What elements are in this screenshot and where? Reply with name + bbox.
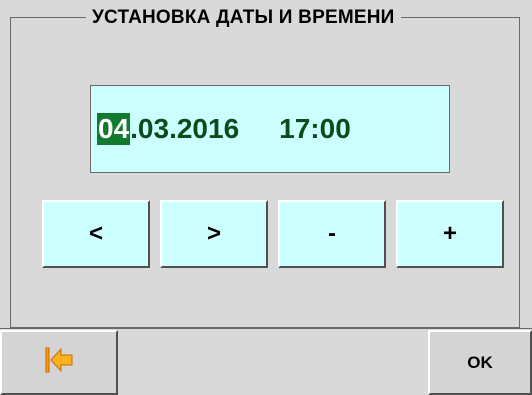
- datetime-setup-screen: УСТАНОВКА ДАТЫ И ВРЕМЕНИ 04 .03.2016 17:…: [0, 0, 532, 395]
- next-field-button[interactable]: >: [160, 200, 268, 268]
- day-segment[interactable]: 04: [97, 113, 131, 145]
- increment-button[interactable]: +: [396, 200, 504, 268]
- month-year-segment[interactable]: .03.2016: [130, 113, 239, 145]
- back-arrow-icon: [44, 346, 74, 379]
- dialog-title: УСТАНОВКА ДАТЫ И ВРЕМЕНИ: [86, 6, 401, 30]
- time-segment[interactable]: 17:00: [279, 113, 351, 145]
- back-button[interactable]: [0, 330, 118, 395]
- previous-field-button[interactable]: <: [42, 200, 150, 268]
- ok-button[interactable]: OK: [428, 330, 532, 395]
- decrement-button[interactable]: -: [278, 200, 386, 268]
- datetime-display: 04 .03.2016 17:00: [90, 85, 450, 173]
